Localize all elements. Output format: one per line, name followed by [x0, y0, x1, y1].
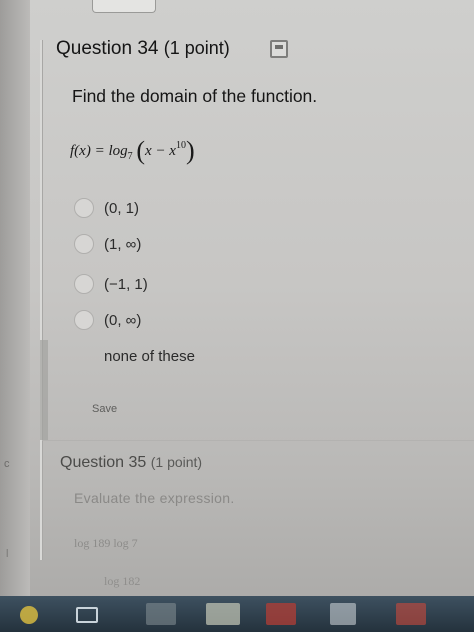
save-button[interactable]: Save	[92, 403, 117, 415]
answer-option-3[interactable]: (−1, 1)	[74, 274, 148, 294]
formula-lhs: f(x) = log	[70, 143, 128, 159]
answer-option-5[interactable]: none of these	[74, 346, 195, 366]
question-divider	[42, 440, 474, 441]
option-label: (1, ∞)	[104, 235, 142, 253]
next-question-expression-2: log 182	[104, 574, 141, 588]
taskbar-start-icon[interactable]	[20, 606, 38, 624]
top-tab[interactable]	[92, 0, 156, 13]
taskbar-folder-icon[interactable]	[206, 603, 240, 625]
taskbar-store-icon[interactable]	[266, 603, 296, 625]
next-question-title: Question 35 (1 point)	[60, 454, 202, 472]
taskbar-task-view-icon[interactable]	[76, 607, 98, 623]
next-question-points: (1 point)	[150, 454, 203, 470]
option-label: (0, ∞)	[104, 311, 142, 329]
answer-option-4[interactable]: (0, ∞)	[74, 310, 141, 330]
question-title: Question 34 (1 point)	[56, 38, 230, 60]
scrollbar[interactable]	[40, 340, 48, 440]
side-letter: c	[4, 458, 10, 470]
radio-button[interactable]	[74, 234, 94, 254]
content-border	[40, 40, 42, 560]
formula-base: 7	[127, 151, 133, 162]
next-question-number: Question 35	[60, 454, 147, 471]
option-label: (−1, 1)	[104, 275, 148, 293]
left-edge-panel	[0, 0, 30, 632]
taskbar-mail-icon[interactable]	[330, 603, 356, 625]
taskbar-app-icon[interactable]	[146, 603, 176, 625]
answer-option-1[interactable]: (0, 1)	[74, 198, 139, 218]
question-prompt: Find the domain of the function.	[72, 86, 318, 106]
close-paren: )	[185, 136, 195, 165]
next-question-prompt: Evaluate the expression.	[74, 490, 235, 506]
option-label: (0, 1)	[104, 199, 140, 217]
open-paren: (	[136, 136, 146, 165]
taskbar-media-icon[interactable]	[396, 603, 426, 625]
answer-option-2[interactable]: (1, ∞)	[74, 234, 141, 254]
radio-button[interactable]	[74, 274, 94, 294]
formula-exponent: 10	[175, 140, 186, 151]
radio-button[interactable]	[74, 198, 94, 218]
formula-inner: x − x	[145, 143, 176, 159]
question-number: Question 34	[56, 38, 159, 59]
save-icon[interactable]	[270, 40, 288, 58]
option-label: none of these	[104, 347, 195, 365]
next-question-expression-1: log 189 log 7	[74, 536, 138, 550]
side-letter-bottom: l	[6, 548, 9, 560]
question-points: (1 point)	[163, 38, 230, 58]
radio-button[interactable]	[74, 310, 94, 330]
function-formula: f(x) = log7 (x − x10)	[70, 136, 195, 166]
